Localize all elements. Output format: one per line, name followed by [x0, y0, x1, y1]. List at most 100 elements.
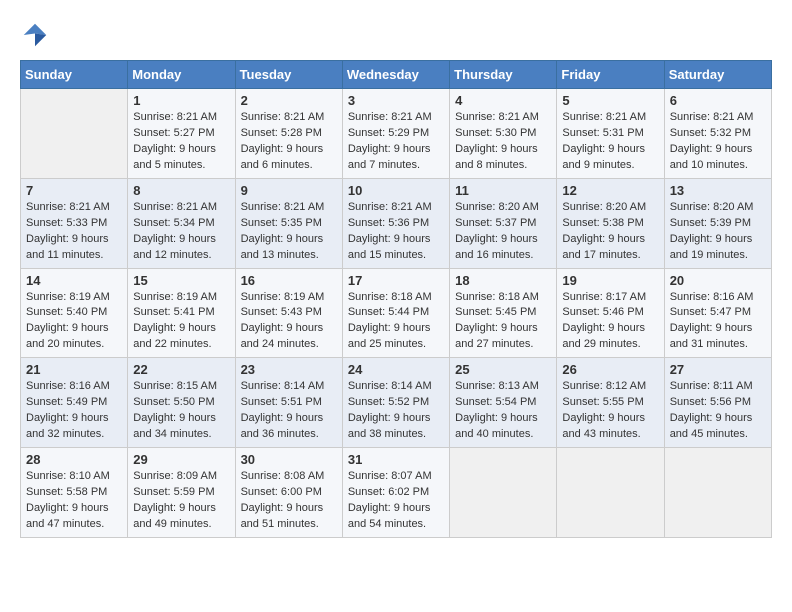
header-day-sunday: Sunday: [21, 61, 128, 89]
calendar-cell: 24 Sunrise: 8:14 AM Sunset: 5:52 PM Dayli…: [342, 358, 449, 448]
calendar-cell: 31 Sunrise: 8:07 AM Sunset: 6:02 PM Dayli…: [342, 448, 449, 538]
calendar-cell: 9 Sunrise: 8:21 AM Sunset: 5:35 PM Daylig…: [235, 178, 342, 268]
day-number: 15: [133, 273, 229, 288]
cell-content: Sunrise: 8:10 AM Sunset: 5:58 PM Dayligh…: [26, 469, 122, 533]
calendar-cell: 28 Sunrise: 8:10 AM Sunset: 5:58 PM Dayli…: [21, 448, 128, 538]
calendar-cell: 11 Sunrise: 8:20 AM Sunset: 5:37 PM Dayli…: [450, 178, 557, 268]
day-number: 2: [241, 93, 337, 108]
cell-content: Sunrise: 8:19 AM Sunset: 5:41 PM Dayligh…: [133, 290, 229, 354]
calendar-week-row: 14 Sunrise: 8:19 AM Sunset: 5:40 PM Dayli…: [21, 268, 772, 358]
cell-content: Sunrise: 8:21 AM Sunset: 5:33 PM Dayligh…: [26, 200, 122, 264]
cell-content: Sunrise: 8:11 AM Sunset: 5:56 PM Dayligh…: [670, 379, 766, 443]
day-number: 1: [133, 93, 229, 108]
calendar-cell: 21Sunrise: 8:16 AM Sunset: 5:49 PM Dayli…: [21, 358, 128, 448]
cell-content: Sunrise: 8:21 AM Sunset: 5:35 PM Dayligh…: [241, 200, 337, 264]
day-number: 30: [241, 452, 337, 467]
cell-content: Sunrise: 8:19 AM Sunset: 5:43 PM Dayligh…: [241, 290, 337, 354]
calendar-cell: 10 Sunrise: 8:21 AM Sunset: 5:36 PM Dayli…: [342, 178, 449, 268]
day-number: 20: [670, 273, 766, 288]
day-number: 9: [241, 183, 337, 198]
calendar-cell: 13Sunrise: 8:20 AM Sunset: 5:39 PM Dayli…: [664, 178, 771, 268]
calendar-cell: 8 Sunrise: 8:21 AM Sunset: 5:34 PM Daylig…: [128, 178, 235, 268]
calendar-cell: 17 Sunrise: 8:18 AM Sunset: 5:44 PM Dayli…: [342, 268, 449, 358]
cell-content: Sunrise: 8:16 AM Sunset: 5:47 PM Dayligh…: [670, 290, 766, 354]
cell-content: Sunrise: 8:21 AM Sunset: 5:36 PM Dayligh…: [348, 200, 444, 264]
day-number: 17: [348, 273, 444, 288]
cell-content: Sunrise: 8:09 AM Sunset: 5:59 PM Dayligh…: [133, 469, 229, 533]
cell-content: Sunrise: 8:07 AM Sunset: 6:02 PM Dayligh…: [348, 469, 444, 533]
day-number: 27: [670, 362, 766, 377]
calendar-cell: 3 Sunrise: 8:21 AM Sunset: 5:29 PM Daylig…: [342, 89, 449, 179]
calendar-cell: [664, 448, 771, 538]
cell-content: Sunrise: 8:21 AM Sunset: 5:34 PM Dayligh…: [133, 200, 229, 264]
day-number: 28: [26, 452, 122, 467]
day-number: 12: [562, 183, 658, 198]
cell-content: Sunrise: 8:19 AM Sunset: 5:40 PM Dayligh…: [26, 290, 122, 354]
cell-content: Sunrise: 8:20 AM Sunset: 5:37 PM Dayligh…: [455, 200, 551, 264]
day-number: 21: [26, 362, 122, 377]
day-number: 22: [133, 362, 229, 377]
cell-content: Sunrise: 8:21 AM Sunset: 5:29 PM Dayligh…: [348, 110, 444, 174]
header-day-monday: Monday: [128, 61, 235, 89]
day-number: 7: [26, 183, 122, 198]
day-number: 26: [562, 362, 658, 377]
calendar-cell: 25 Sunrise: 8:13 AM Sunset: 5:54 PM Dayli…: [450, 358, 557, 448]
day-number: 14: [26, 273, 122, 288]
calendar-cell: 5 Sunrise: 8:21 AM Sunset: 5:31 PM Daylig…: [557, 89, 664, 179]
day-number: 24: [348, 362, 444, 377]
calendar-cell: [557, 448, 664, 538]
cell-content: Sunrise: 8:08 AM Sunset: 6:00 PM Dayligh…: [241, 469, 337, 533]
calendar-cell: 22 Sunrise: 8:15 AM Sunset: 5:50 PM Dayli…: [128, 358, 235, 448]
cell-content: Sunrise: 8:12 AM Sunset: 5:55 PM Dayligh…: [562, 379, 658, 443]
cell-content: Sunrise: 8:14 AM Sunset: 5:52 PM Dayligh…: [348, 379, 444, 443]
day-number: 29: [133, 452, 229, 467]
cell-content: Sunrise: 8:21 AM Sunset: 5:28 PM Dayligh…: [241, 110, 337, 174]
cell-content: Sunrise: 8:21 AM Sunset: 5:32 PM Dayligh…: [670, 110, 766, 174]
calendar-cell: 18Sunrise: 8:18 AM Sunset: 5:45 PM Dayli…: [450, 268, 557, 358]
cell-content: Sunrise: 8:21 AM Sunset: 5:30 PM Dayligh…: [455, 110, 551, 174]
calendar-cell: [21, 89, 128, 179]
cell-content: Sunrise: 8:20 AM Sunset: 5:38 PM Dayligh…: [562, 200, 658, 264]
cell-content: Sunrise: 8:15 AM Sunset: 5:50 PM Dayligh…: [133, 379, 229, 443]
day-number: 8: [133, 183, 229, 198]
cell-content: Sunrise: 8:18 AM Sunset: 5:44 PM Dayligh…: [348, 290, 444, 354]
cell-content: Sunrise: 8:18 AM Sunset: 5:45 PM Dayligh…: [455, 290, 551, 354]
day-number: 19: [562, 273, 658, 288]
calendar-cell: 12 Sunrise: 8:20 AM Sunset: 5:38 PM Dayli…: [557, 178, 664, 268]
calendar-week-row: 1 Sunrise: 8:21 AM Sunset: 5:27 PM Daylig…: [21, 89, 772, 179]
logo-icon: [20, 20, 50, 50]
calendar-cell: 2 Sunrise: 8:21 AM Sunset: 5:28 PM Daylig…: [235, 89, 342, 179]
cell-content: Sunrise: 8:21 AM Sunset: 5:27 PM Dayligh…: [133, 110, 229, 174]
calendar-cell: 23Sunrise: 8:14 AM Sunset: 5:51 PM Dayli…: [235, 358, 342, 448]
cell-content: Sunrise: 8:21 AM Sunset: 5:31 PM Dayligh…: [562, 110, 658, 174]
day-number: 3: [348, 93, 444, 108]
header-day-saturday: Saturday: [664, 61, 771, 89]
header-day-thursday: Thursday: [450, 61, 557, 89]
day-number: 4: [455, 93, 551, 108]
header-day-tuesday: Tuesday: [235, 61, 342, 89]
day-number: 5: [562, 93, 658, 108]
day-number: 25: [455, 362, 551, 377]
calendar-cell: 27 Sunrise: 8:11 AM Sunset: 5:56 PM Dayli…: [664, 358, 771, 448]
logo: [20, 20, 54, 50]
calendar-cell: 29 Sunrise: 8:09 AM Sunset: 5:59 PM Dayli…: [128, 448, 235, 538]
calendar-week-row: 7 Sunrise: 8:21 AM Sunset: 5:33 PM Daylig…: [21, 178, 772, 268]
calendar-cell: 6Sunrise: 8:21 AM Sunset: 5:32 PM Daylig…: [664, 89, 771, 179]
header-day-wednesday: Wednesday: [342, 61, 449, 89]
header-day-friday: Friday: [557, 61, 664, 89]
calendar-cell: 20 Sunrise: 8:16 AM Sunset: 5:47 PM Dayli…: [664, 268, 771, 358]
calendar-cell: 16Sunrise: 8:19 AM Sunset: 5:43 PM Dayli…: [235, 268, 342, 358]
cell-content: Sunrise: 8:20 AM Sunset: 5:39 PM Dayligh…: [670, 200, 766, 264]
calendar-cell: 19Sunrise: 8:17 AM Sunset: 5:46 PM Dayli…: [557, 268, 664, 358]
calendar-cell: 26 Sunrise: 8:12 AM Sunset: 5:55 PM Dayli…: [557, 358, 664, 448]
calendar-week-row: 28 Sunrise: 8:10 AM Sunset: 5:58 PM Dayli…: [21, 448, 772, 538]
day-number: 11: [455, 183, 551, 198]
cell-content: Sunrise: 8:14 AM Sunset: 5:51 PM Dayligh…: [241, 379, 337, 443]
calendar-cell: 14 Sunrise: 8:19 AM Sunset: 5:40 PM Dayli…: [21, 268, 128, 358]
page-header: [20, 20, 772, 50]
cell-content: Sunrise: 8:13 AM Sunset: 5:54 PM Dayligh…: [455, 379, 551, 443]
day-number: 10: [348, 183, 444, 198]
day-number: 31: [348, 452, 444, 467]
calendar-table: SundayMondayTuesdayWednesdayThursdayFrid…: [20, 60, 772, 538]
calendar-cell: 1 Sunrise: 8:21 AM Sunset: 5:27 PM Daylig…: [128, 89, 235, 179]
